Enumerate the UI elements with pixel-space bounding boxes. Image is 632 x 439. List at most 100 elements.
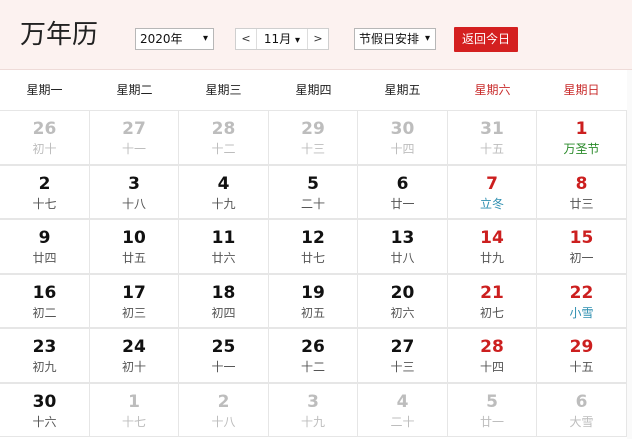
calendar-day-cell[interactable]: 19 初五 [269, 274, 358, 328]
lunar-date: 廿六 [211, 251, 236, 265]
day-number: 24 [122, 337, 146, 357]
calendar-day-cell[interactable]: 4 二十 [358, 383, 448, 437]
calendar-day-cell[interactable]: 29 十三 [269, 110, 358, 165]
lunar-date: 十八 [211, 415, 236, 429]
next-month-button[interactable]: > [307, 29, 328, 49]
calendar-day-cell[interactable]: 25 十一 [179, 328, 269, 383]
weekday-label: 星期二 [116, 83, 153, 97]
year-select[interactable]: 2020年 ▾ [135, 28, 214, 50]
lunar-date: 大雪 [569, 415, 594, 429]
calendar-day-cell[interactable]: 5 二十 [269, 165, 358, 219]
calendar-grid: 26 初十 27 十一 28 十二 29 十三 30 十四 31 十五 1 万圣节 2 十七 3 十八 4 十九 5 二十… [0, 110, 627, 439]
lunar-date: 廿一 [390, 197, 415, 211]
lunar-date: 十五 [479, 142, 504, 156]
calendar-day-cell[interactable]: 24 初十 [90, 328, 179, 383]
lunar-date: 十三 [300, 142, 325, 156]
calendar-day-cell[interactable]: 30 十六 [0, 383, 90, 437]
calendar-day-cell[interactable]: 28 十四 [448, 328, 537, 383]
weekday-label: 星期日 [563, 83, 600, 97]
weekday-label: 星期六 [474, 83, 511, 97]
month-select[interactable]: 11月 ▾ [257, 29, 307, 49]
day-number: 16 [32, 283, 57, 303]
day-number: 11 [211, 228, 236, 248]
calendar-day-cell[interactable]: 31 十五 [448, 110, 537, 165]
day-number: 3 [307, 392, 319, 412]
scrollbar-track[interactable] [627, 70, 632, 439]
lunar-date: 初三 [121, 306, 146, 320]
lunar-date: 十八 [121, 197, 146, 211]
calendar-day-cell[interactable]: 5 廿一 [448, 383, 537, 437]
calendar-day-cell[interactable]: 8 廿三 [537, 165, 627, 219]
calendar-day-cell[interactable]: 27 十三 [358, 328, 448, 383]
calendar-day-cell[interactable]: 26 初十 [0, 110, 90, 165]
lunar-date: 万圣节 [563, 142, 600, 156]
calendar-day-cell[interactable]: 6 大雪 [537, 383, 627, 437]
month-switcher: < 11月 ▾ > [235, 28, 329, 50]
day-number: 26 [301, 337, 325, 357]
lunar-date: 十四 [390, 142, 415, 156]
day-number: 29 [301, 119, 325, 139]
calendar-day-cell[interactable]: 23 初九 [0, 328, 90, 383]
lunar-date: 十五 [569, 360, 594, 374]
calendar-day-cell[interactable]: 12 廿七 [269, 219, 358, 274]
calendar-day-cell[interactable]: 21 初七 [448, 274, 537, 328]
back-to-today-button[interactable]: 返回今日 [454, 27, 518, 52]
weekday-label: 星期一 [26, 83, 63, 97]
day-number: 29 [569, 337, 594, 357]
day-number: 1 [575, 119, 588, 139]
day-number: 28 [480, 337, 504, 357]
lunar-date: 廿三 [569, 197, 594, 211]
calendar-day-cell[interactable]: 9 廿四 [0, 219, 90, 274]
lunar-date: 初五 [300, 306, 325, 320]
day-number: 5 [307, 174, 319, 194]
day-number: 27 [390, 337, 415, 357]
holiday-select-value: 节假日安排 [359, 32, 420, 46]
weekday-label: 星期三 [205, 83, 242, 97]
calendar-day-cell[interactable]: 1 十七 [90, 383, 179, 437]
calendar-day-cell[interactable]: 13 廿八 [358, 219, 448, 274]
lunar-date: 小雪 [569, 306, 594, 320]
calendar-day-cell[interactable]: 18 初四 [179, 274, 269, 328]
day-number: 12 [301, 228, 325, 248]
calendar-day-cell[interactable]: 20 初六 [358, 274, 448, 328]
calendar-day-cell[interactable]: 3 十九 [269, 383, 358, 437]
calendar-day-cell[interactable]: 1 万圣节 [537, 110, 627, 165]
month-select-value: 11月 [263, 32, 292, 46]
lunar-date: 十六 [32, 415, 57, 429]
calendar-day-cell[interactable]: 14 廿九 [448, 219, 537, 274]
calendar-day-cell[interactable]: 29 十五 [537, 328, 627, 383]
day-number: 6 [396, 174, 409, 194]
calendar-day-cell[interactable]: 26 十二 [269, 328, 358, 383]
lunar-date: 廿八 [390, 251, 415, 265]
calendar-day-cell[interactable]: 3 十八 [90, 165, 179, 219]
calendar-day-cell[interactable]: 30 十四 [358, 110, 448, 165]
calendar-day-cell[interactable]: 2 十八 [179, 383, 269, 437]
lunar-date: 初七 [479, 306, 504, 320]
holiday-arrangement-select[interactable]: 节假日安排 ▾ [354, 28, 436, 50]
calendar-day-cell[interactable]: 28 十二 [179, 110, 269, 165]
day-number: 6 [575, 392, 588, 412]
chevron-down-icon: ▾ [424, 33, 430, 44]
weekday-header-row: 星期一 星期二 星期三 星期四 星期五 星期六 星期日 [0, 70, 627, 110]
lunar-date: 廿九 [479, 251, 504, 265]
calendar-day-cell[interactable]: 15 初一 [537, 219, 627, 274]
lunar-date: 初二 [32, 306, 57, 320]
calendar-day-cell[interactable]: 11 廿六 [179, 219, 269, 274]
calendar-day-cell[interactable]: 16 初二 [0, 274, 90, 328]
year-select-value: 2020年 [140, 32, 183, 46]
lunar-date: 初一 [569, 251, 594, 265]
lunar-date: 廿四 [32, 251, 57, 265]
calendar-day-cell[interactable]: 7 立冬 [448, 165, 537, 219]
calendar-day-cell[interactable]: 4 十九 [179, 165, 269, 219]
calendar-day-cell[interactable]: 2 十七 [0, 165, 90, 219]
day-number: 25 [211, 337, 236, 357]
calendar-day-cell[interactable]: 27 十一 [90, 110, 179, 165]
calendar-day-cell[interactable]: 22 小雪 [537, 274, 627, 328]
calendar-day-cell[interactable]: 10 廿五 [90, 219, 179, 274]
calendar-day-cell[interactable]: 6 廿一 [358, 165, 448, 219]
weekday-label: 星期五 [384, 83, 421, 97]
day-number: 2 [217, 392, 230, 412]
prev-month-button[interactable]: < [236, 29, 257, 49]
day-number: 13 [390, 228, 415, 248]
calendar-day-cell[interactable]: 17 初三 [90, 274, 179, 328]
